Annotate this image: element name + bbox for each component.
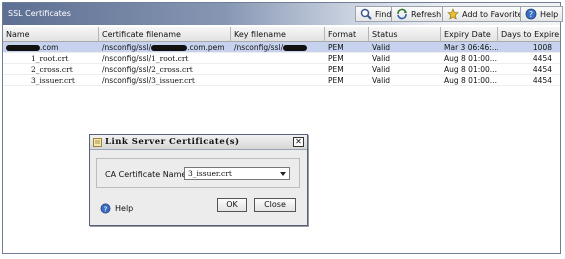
- cell-expiry-date: Aug 8 01:00...: [444, 54, 497, 63]
- ca-certificate-select[interactable]: 3_issuer.crt: [184, 167, 290, 180]
- refresh-label: Refresh: [411, 9, 442, 19]
- close-icon: ✕: [295, 137, 302, 146]
- cell-status: Valid: [372, 65, 391, 74]
- redacted-mark: [6, 45, 40, 51]
- table-header: Name Certificate filename Key filename F…: [3, 27, 560, 42]
- column-header-name[interactable]: Name: [3, 27, 99, 42]
- redacted-mark: [151, 45, 188, 51]
- cell-format: PEM: [328, 54, 344, 63]
- cell-format: PEM: [328, 43, 344, 52]
- certificate-icon: [93, 138, 102, 147]
- cell-certificate-filename: /nsconfig/ssl/3_issuer.crt: [102, 76, 195, 85]
- dialog-help-label: Help: [115, 204, 134, 213]
- cell-certificate-filename: /nsconfig/ssl/2_cross.crt: [102, 65, 193, 74]
- column-header-days-to-expire[interactable]: Days to Expire: [498, 27, 560, 42]
- cell-days-to-expire: 1008: [532, 43, 552, 52]
- help-label: Help: [540, 9, 559, 19]
- cell-days-to-expire: 4454: [532, 76, 552, 85]
- svg-text:?: ?: [104, 204, 108, 213]
- table-row[interactable]: .com /nsconfig/ssl/.com.pem /nsconfig/ss…: [3, 42, 560, 53]
- cell-name: 3_issuer.crt: [31, 76, 75, 85]
- cell-name: 2_cross.crt: [31, 65, 73, 74]
- cell-days-to-expire: 4454: [532, 65, 552, 74]
- link-server-certificate-dialog: Link Server Certificate(s) ✕ CA Certific…: [89, 134, 308, 226]
- window-title: SSL Certificates: [8, 9, 71, 18]
- svg-text:?: ?: [529, 10, 533, 19]
- dialog-help-link[interactable]: ? Help: [100, 203, 133, 214]
- search-icon: [360, 8, 372, 20]
- cell-name: 1_root.crt: [31, 54, 69, 63]
- cell-key-filename: /nsconfig/ssl/: [231, 42, 325, 53]
- column-header-key-filename[interactable]: Key filename: [231, 27, 325, 42]
- dialog-close-button[interactable]: ✕: [293, 137, 304, 147]
- cell-status: Valid: [372, 76, 391, 85]
- cell-key-filename: [231, 64, 325, 75]
- column-header-certificate-filename[interactable]: Certificate filename: [99, 27, 231, 42]
- window-title-bar: SSL Certificates Find Refresh Add to Fav…: [3, 3, 564, 25]
- table-row[interactable]: 3_issuer.crt /nsconfig/ssl/3_issuer.crt …: [3, 75, 560, 86]
- cell-certificate-filename: /nsconfig/ssl/.com.pem: [102, 43, 225, 52]
- help-button[interactable]: ? Help: [520, 6, 564, 22]
- dialog-title-bar[interactable]: Link Server Certificate(s) ✕: [90, 135, 307, 150]
- refresh-icon: [397, 8, 407, 20]
- cell-name: .com: [3, 42, 99, 53]
- favorites-icon: [447, 8, 459, 20]
- table-row[interactable]: 2_cross.crt /nsconfig/ssl/2_cross.crt PE…: [3, 64, 560, 75]
- ca-certificate-value: 3_issuer.crt: [188, 169, 232, 178]
- add-to-favorites-button[interactable]: Add to Favorites: [442, 6, 532, 22]
- table-row[interactable]: 1_root.crt /nsconfig/ssl/1_root.crt PEM …: [3, 53, 560, 64]
- cell-key-filename: [231, 75, 325, 86]
- refresh-button[interactable]: Refresh: [391, 6, 447, 22]
- find-label: Find: [375, 9, 392, 19]
- ok-button[interactable]: OK: [217, 198, 247, 212]
- cell-days-to-expire: 4454: [532, 54, 552, 63]
- dialog-title: Link Server Certificate(s): [105, 137, 240, 147]
- cell-status: Valid: [372, 54, 391, 63]
- column-header-expiry-date[interactable]: Expiry Date: [441, 27, 498, 42]
- redacted-mark: [283, 45, 308, 51]
- cell-key-filename: [231, 53, 325, 64]
- help-icon: ?: [100, 203, 111, 214]
- help-icon: ?: [525, 8, 537, 20]
- cell-format: PEM: [328, 76, 344, 85]
- cell-format: PEM: [328, 65, 344, 74]
- column-header-status[interactable]: Status: [369, 27, 441, 42]
- cell-expiry-date: Mar 3 06:46:...: [444, 43, 498, 52]
- cell-certificate-filename: /nsconfig/ssl/1_root.crt: [102, 54, 189, 63]
- close-button[interactable]: Close: [254, 198, 296, 212]
- column-header-format[interactable]: Format: [325, 27, 369, 42]
- cell-status: Valid: [372, 43, 391, 52]
- ca-certificate-label: CA Certificate Name: [105, 170, 187, 179]
- chevron-down-icon[interactable]: [280, 172, 286, 176]
- favorites-label: Add to Favorites: [462, 9, 527, 19]
- cell-expiry-date: Aug 8 01:00...: [444, 76, 497, 85]
- cell-expiry-date: Aug 8 01:00...: [444, 65, 497, 74]
